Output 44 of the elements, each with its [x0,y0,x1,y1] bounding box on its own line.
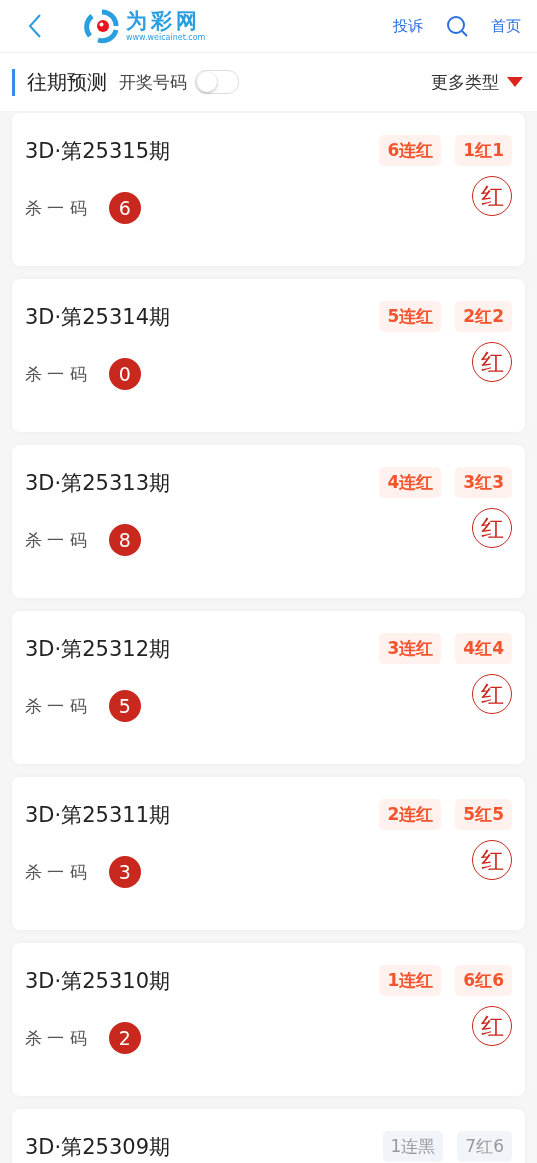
streak-tag: 5连红 [379,301,442,332]
more-types-dropdown[interactable]: 更多类型 [431,70,499,94]
streak-tag: 7红6 [457,1131,512,1162]
dropdown-arrow-icon[interactable] [507,76,523,88]
issue-title: 3D·第25314期 [25,303,170,331]
kill-label: 杀 一 码 [25,196,87,220]
issue-title: 3D·第25311期 [25,801,170,829]
toggle-switch[interactable] [195,70,239,94]
streak-tag: 2连红 [379,799,442,830]
streak-tag: 4红4 [455,633,512,664]
number-ball: 0 [108,358,141,390]
kill-label: 杀 一 码 [25,694,87,718]
streak-tag: 6红6 [455,965,512,996]
search-icon[interactable] [445,14,469,38]
kill-label: 杀 一 码 [25,860,87,884]
kill-label: 杀 一 码 [25,362,87,386]
streak-tag: 5红5 [455,799,512,830]
streak-tag: 1连黑 [382,1131,444,1162]
kill-label: 杀 一 码 [25,528,87,552]
complaint-link[interactable]: 投诉 [393,16,423,36]
number-ball: 3 [108,856,141,888]
number-ball: 2 [108,1022,141,1054]
streak-tag: 2红2 [455,301,512,332]
streak-tag: 1红1 [455,135,512,166]
streak-tag: 3连红 [379,633,442,664]
kill-label: 杀 一 码 [25,1026,87,1050]
issue-title: 3D·第25310期 [25,967,170,995]
number-ball: 8 [108,524,141,556]
number-ball: 5 [108,690,141,722]
issue-title: 3D·第25309期 [25,1133,170,1161]
issue-title: 3D·第25313期 [25,469,170,497]
streak-tag: 4连红 [379,467,442,498]
streak-tag: 6连红 [379,135,442,166]
streak-tag: 3红3 [455,467,512,498]
back-icon[interactable] [28,13,42,39]
issue-title: 3D·第25312期 [25,635,170,663]
section-title: 往期预测 [12,68,107,96]
logo-name: 为彩网 [126,10,202,32]
issue-title: 3D·第25315期 [25,137,170,165]
logo-url: www.weicainet.com [126,33,206,42]
home-link[interactable]: 首页 [491,16,521,36]
toggle-label: 开奖号码 [119,70,187,94]
streak-tag: 1连红 [379,965,442,996]
number-ball: 6 [108,192,141,224]
